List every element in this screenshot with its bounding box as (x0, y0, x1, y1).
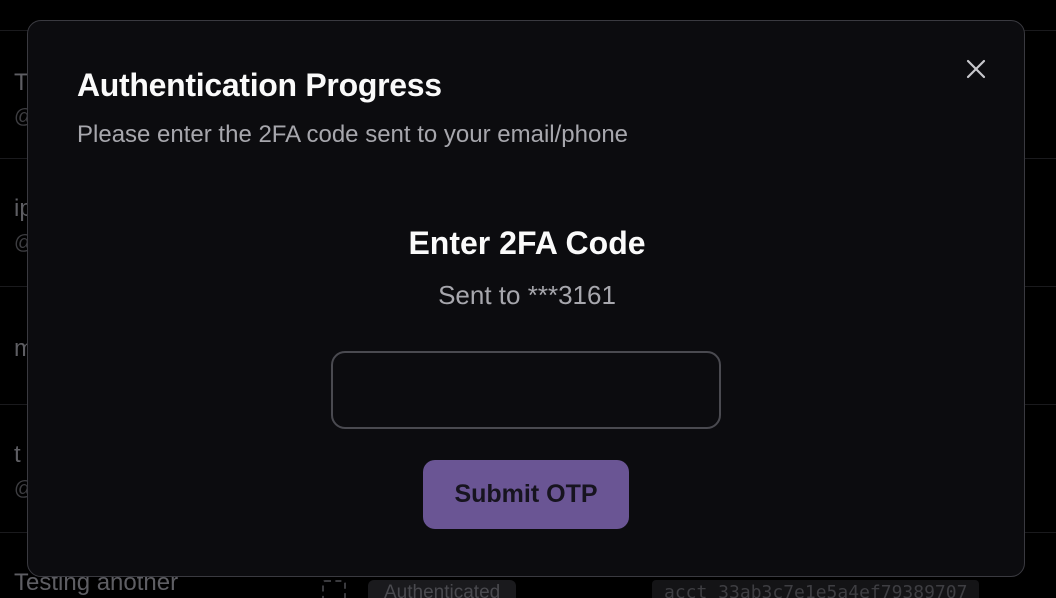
status-badge: Authenticated (368, 580, 517, 598)
modal-title: Authentication Progress (77, 67, 442, 103)
list-item-name: t (14, 441, 21, 468)
otp-digit-1[interactable] (333, 353, 719, 427)
otp-input-group (331, 351, 721, 429)
account-id: acct_33ab3c7e1e5a4ef79389707 (652, 580, 980, 598)
otp-sent-to: Sent to ***3161 (438, 280, 616, 310)
close-icon (966, 59, 986, 79)
modal-subtitle: Please enter the 2FA code sent to your e… (77, 121, 629, 148)
close-button[interactable] (962, 55, 990, 83)
submit-otp-button[interactable]: Submit OTP (423, 460, 629, 529)
page: T @ a30 ip @ 847 m 570 t @ e54 Testing a… (0, 0, 1056, 598)
otp-heading: Enter 2FA Code (408, 225, 646, 261)
authentication-modal: Authentication Progress Please enter the… (27, 20, 1025, 577)
scan-icon[interactable] (322, 580, 346, 598)
